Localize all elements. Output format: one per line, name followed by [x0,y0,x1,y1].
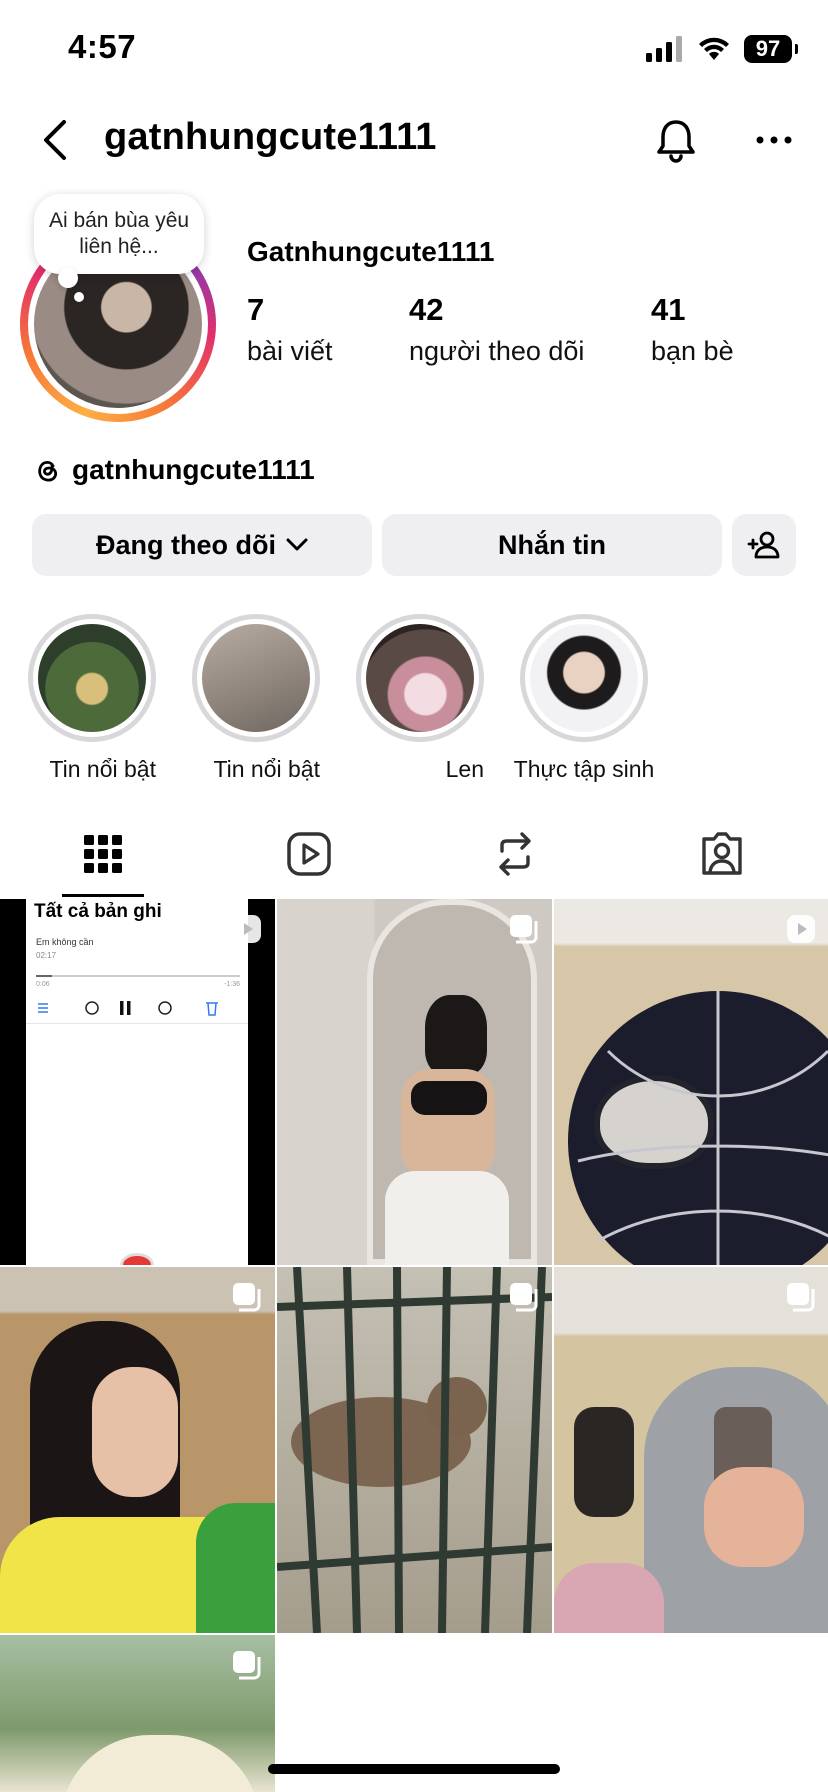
threads-icon [38,460,57,482]
post-thumbnail[interactable] [554,1267,828,1633]
recording-name: Em không cần [36,937,94,947]
tab-reels[interactable] [279,826,339,882]
playback-scrubber [36,975,240,977]
note-bubble-tail [58,268,78,288]
notifications-button[interactable] [652,116,700,164]
note-bubble-tail-small [74,292,84,302]
post-thumbnail[interactable] [554,899,828,1265]
reel-play-icon [787,915,815,943]
status-bar: 4:57 97 [0,0,828,100]
carousel-icon [510,915,538,944]
following-label: Đang theo dõi [96,529,276,560]
add-user-icon [747,531,780,559]
voice-memos-screenshot: Tất cả bản ghi Em không cần 02:17 0:06 -… [26,899,248,1265]
reels-icon [287,832,331,876]
tab-tagged[interactable] [692,826,752,882]
chevron-left-icon [44,120,66,160]
post-thumbnail[interactable] [277,1267,552,1633]
repost-icon [499,832,531,876]
highlight-item[interactable]: Len [356,614,484,783]
back-button[interactable] [36,118,76,162]
carousel-icon [233,1283,261,1312]
stat-friends-count: 41 [651,292,686,327]
stat-posts[interactable]: 7 bài viết [247,292,333,367]
more-options-button[interactable] [750,116,798,164]
highlight-ring [520,614,648,742]
tagged-icon [702,832,742,875]
stat-friends[interactable]: 41 bạn bè [651,292,734,367]
highlight-item[interactable]: Thực tập sinh [514,614,654,783]
page-title: gatnhungcute1111 [104,116,437,158]
stat-followers-label: người theo dõi [409,336,585,366]
highlight-label: Tin nổi bật [49,756,156,782]
stat-friends-label: bạn bè [651,336,734,366]
post-thumbnail[interactable] [0,1635,275,1792]
status-time: 4:57 [68,28,137,65]
stat-followers-count: 42 [409,292,444,327]
suggest-people-button[interactable] [732,514,796,576]
playback-controls [26,995,248,1021]
highlight-item[interactable]: Tin nổi bật [192,614,320,783]
spider-web-pattern [577,991,828,1265]
carousel-icon [787,1283,815,1312]
message-label: Nhắn tin [498,529,606,560]
playback-elapsed: 0:06 [36,981,50,988]
highlight-ring [28,614,156,742]
profile-tabs [0,806,828,898]
status-icons: 97 [646,34,798,64]
stat-posts-count: 7 [247,292,265,327]
recordings-title: Tất cả bản ghi [34,901,162,922]
highlight-ring [356,614,484,742]
highlight-cover [530,624,638,732]
message-button[interactable]: Nhắn tin [382,514,722,576]
tab-reposts[interactable] [485,826,545,882]
battery-level: 97 [755,36,781,61]
recording-duration: 02:17 [36,951,57,960]
record-button [120,1253,154,1265]
home-indicator[interactable] [268,1764,560,1774]
highlight-label: Tin nổi bật [213,756,320,782]
battery-indicator: 97 [744,35,798,63]
highlight-label: Thực tập sinh [513,756,655,782]
display-name: Gatnhungcute1111 [247,236,495,267]
fence-pattern [277,1267,552,1633]
carousel-icon [233,1651,261,1680]
post-thumbnail[interactable]: Tất cả bản ghi Em không cần 02:17 0:06 -… [0,899,275,1265]
threads-link[interactable]: gatnhungcute1111 [32,454,315,486]
carousel-icon [510,1283,538,1312]
playback-controls-icon [38,1001,218,1016]
highlight-cover [202,624,310,732]
reel-play-icon [233,915,261,943]
active-tab-indicator [62,894,144,897]
highlight-ring [192,614,320,742]
highlight-cover [38,624,146,732]
highlight-label: Len [445,756,484,782]
stat-posts-label: bài viết [247,336,333,366]
highlight-cover [366,624,474,732]
post-thumbnail[interactable] [0,1267,275,1633]
chevron-down-icon [286,538,308,551]
bell-icon [657,120,695,163]
note-bubble[interactable]: Ai bán bùa yêu liên hệ... [34,194,204,274]
note-text: Ai bán bùa yêu liên hệ... [48,209,190,258]
following-button[interactable]: Đang theo dõi [32,514,372,576]
profile-header: gatnhungcute1111 [0,100,828,180]
highlight-item[interactable]: Tin nổi bật [28,614,156,783]
tab-posts-grid[interactable] [73,826,133,882]
grid-icon [84,835,122,873]
threads-handle: gatnhungcute1111 [72,454,315,485]
more-horizontal-icon [756,136,792,144]
playback-remaining: -1:36 [224,981,240,988]
post-thumbnail[interactable] [277,899,552,1265]
stat-followers[interactable]: 42 người theo dõi [409,292,584,367]
wifi-icon [699,37,729,60]
signal-icon [646,36,682,62]
